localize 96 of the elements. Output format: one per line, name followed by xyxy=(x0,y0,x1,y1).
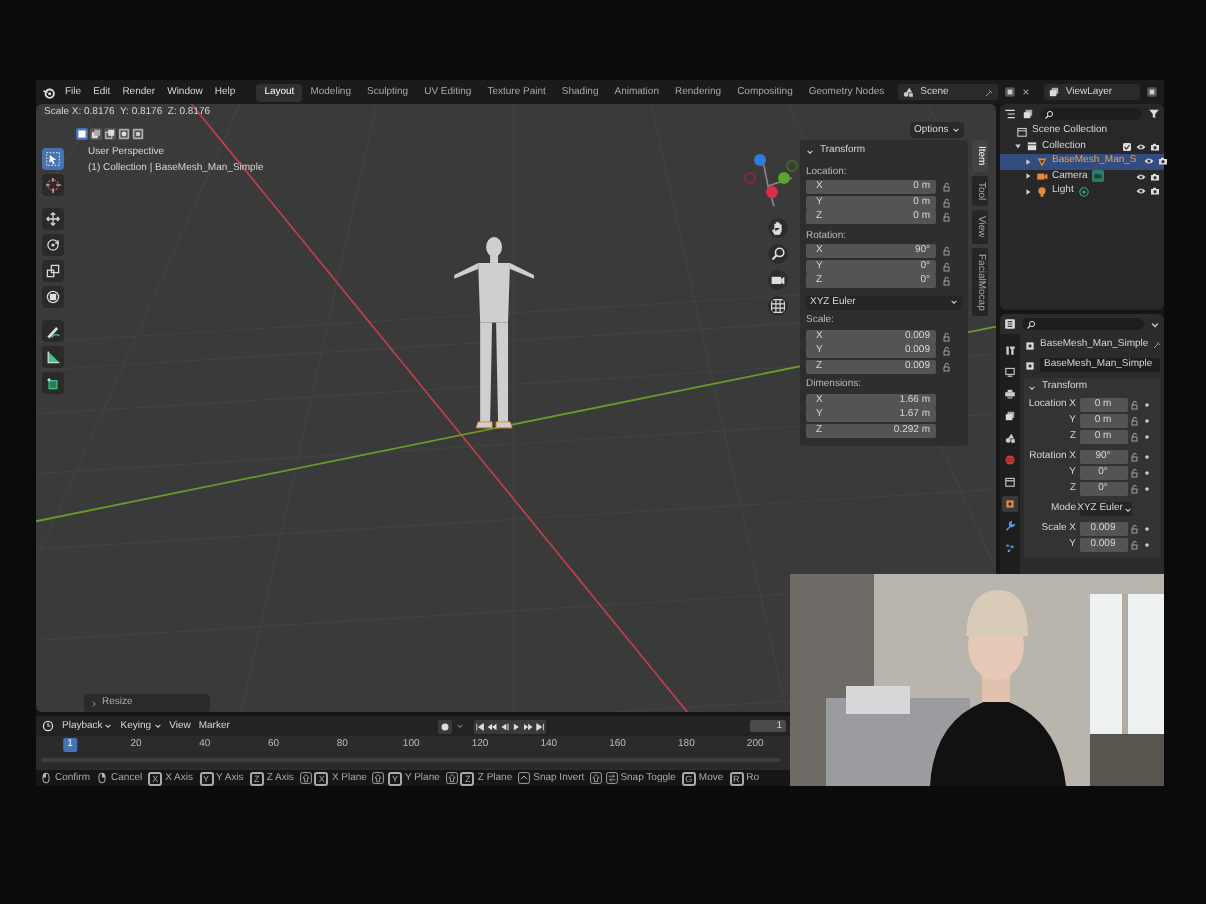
select-new-icon[interactable] xyxy=(76,128,88,140)
light-data-icon xyxy=(1077,185,1090,198)
list-icon[interactable] xyxy=(1004,108,1016,120)
app-logo-icon[interactable] xyxy=(42,85,56,99)
tab-key-icon xyxy=(605,772,618,784)
keyframe-dot-icon[interactable] xyxy=(1143,402,1149,408)
record-button[interactable] xyxy=(437,719,452,733)
shift-key-icon xyxy=(445,772,458,784)
monitor-icon[interactable] xyxy=(1002,364,1018,380)
select-cursor-icon[interactable] xyxy=(42,148,64,170)
search-field[interactable] xyxy=(1022,318,1144,330)
scale-icon[interactable] xyxy=(42,260,64,282)
lock-icon[interactable] xyxy=(942,276,952,286)
shapes-icon xyxy=(902,86,915,98)
ruler-icon[interactable] xyxy=(42,346,64,368)
keyframe-dot-icon[interactable] xyxy=(1143,454,1149,460)
cube-icon[interactable] xyxy=(42,372,64,394)
lock-icon[interactable] xyxy=(942,261,952,271)
triangle-mesh-icon xyxy=(1036,155,1048,168)
lock-icon[interactable] xyxy=(942,361,952,371)
wrench-icon[interactable] xyxy=(1002,518,1018,534)
keyframe-dot-icon[interactable] xyxy=(1143,486,1149,492)
eye-icon xyxy=(1144,156,1155,167)
eye-icon xyxy=(1136,171,1146,182)
particles-icon[interactable] xyxy=(1002,540,1018,556)
lock-icon[interactable] xyxy=(942,346,952,356)
camera-icon[interactable] xyxy=(768,270,788,290)
lock-icon[interactable] xyxy=(1130,400,1140,410)
lock-icon[interactable] xyxy=(1130,484,1140,494)
chevron-key-icon xyxy=(518,772,531,784)
select-intersect-icon[interactable] xyxy=(132,128,144,140)
camera-icon xyxy=(1036,170,1048,183)
3d-viewport[interactable] xyxy=(36,104,996,712)
tools-icon[interactable] xyxy=(1002,342,1018,358)
lock-icon[interactable] xyxy=(1130,524,1140,534)
select-subtract-icon[interactable] xyxy=(104,128,116,140)
keyframe-dot-icon[interactable] xyxy=(1143,542,1149,548)
lock-icon[interactable] xyxy=(942,197,952,207)
mouse-icon xyxy=(96,772,109,784)
caret-icon xyxy=(952,126,961,134)
shift-key-icon xyxy=(299,772,312,784)
caret-icon xyxy=(153,722,162,730)
camera-icon xyxy=(1158,156,1169,167)
lock-icon[interactable] xyxy=(942,246,952,256)
square-object-icon[interactable] xyxy=(1002,496,1018,512)
clock-icon[interactable] xyxy=(42,720,54,732)
lock-icon[interactable] xyxy=(1130,432,1140,442)
filter-icon[interactable] xyxy=(1148,108,1160,120)
lock-icon[interactable] xyxy=(942,212,952,222)
lock-icon[interactable] xyxy=(1130,540,1140,550)
mouse-icon xyxy=(40,772,52,784)
eye-icon xyxy=(1136,141,1146,152)
transform-icon[interactable] xyxy=(42,286,64,308)
keyframe-dot-icon[interactable] xyxy=(1143,470,1149,476)
hand-icon[interactable] xyxy=(768,218,788,238)
search-icon xyxy=(1026,319,1036,329)
select-extend-icon[interactable] xyxy=(90,128,102,140)
box-icon[interactable] xyxy=(1002,474,1018,490)
caret-icon xyxy=(950,298,958,306)
caret-icon xyxy=(1124,505,1133,513)
keyframe-dot-icon[interactable] xyxy=(1143,526,1149,532)
move-arrows-icon[interactable] xyxy=(42,208,64,230)
shift-key-icon xyxy=(372,772,385,784)
shift-key-icon xyxy=(590,772,603,784)
search-icon xyxy=(1044,109,1054,119)
search-field[interactable] xyxy=(1040,108,1142,120)
lock-icon[interactable] xyxy=(1130,416,1140,426)
lock-icon[interactable] xyxy=(1130,468,1140,478)
caret-icon[interactable] xyxy=(455,722,464,730)
caret-icon xyxy=(806,147,814,155)
camera-data-icon xyxy=(1091,170,1104,183)
zoom-icon[interactable] xyxy=(768,244,788,264)
printer-icon[interactable] xyxy=(1002,386,1018,402)
select-invert-icon[interactable] xyxy=(118,128,130,140)
lock-icon[interactable] xyxy=(1130,452,1140,462)
crosshair-circle-icon[interactable] xyxy=(42,174,64,196)
properties-editor-icon[interactable] xyxy=(1004,318,1016,330)
caret-icon xyxy=(1028,383,1036,391)
eye-icon xyxy=(1136,186,1146,197)
keyframe-dot-icon[interactable] xyxy=(1143,434,1149,440)
globe-icon[interactable] xyxy=(1002,452,1018,468)
axis-gizmo[interactable] xyxy=(740,152,800,212)
light-bulb-icon xyxy=(1036,185,1048,198)
grid-icon[interactable] xyxy=(768,296,788,316)
lock-icon[interactable] xyxy=(942,331,952,341)
checkbox-icon xyxy=(1122,141,1132,152)
stacked-images-icon[interactable] xyxy=(1002,408,1018,424)
close-icon[interactable] xyxy=(1021,88,1030,96)
shapes-icon[interactable] xyxy=(1002,430,1018,446)
stacked-images-icon[interactable] xyxy=(1022,108,1034,120)
rotate-icon[interactable] xyxy=(42,234,64,256)
lock-icon[interactable] xyxy=(942,182,952,192)
pencil-icon[interactable] xyxy=(42,320,64,342)
keyframe-dot-icon[interactable] xyxy=(1143,418,1149,424)
caret-icon[interactable] xyxy=(1150,319,1160,329)
caret-icon xyxy=(104,722,113,730)
